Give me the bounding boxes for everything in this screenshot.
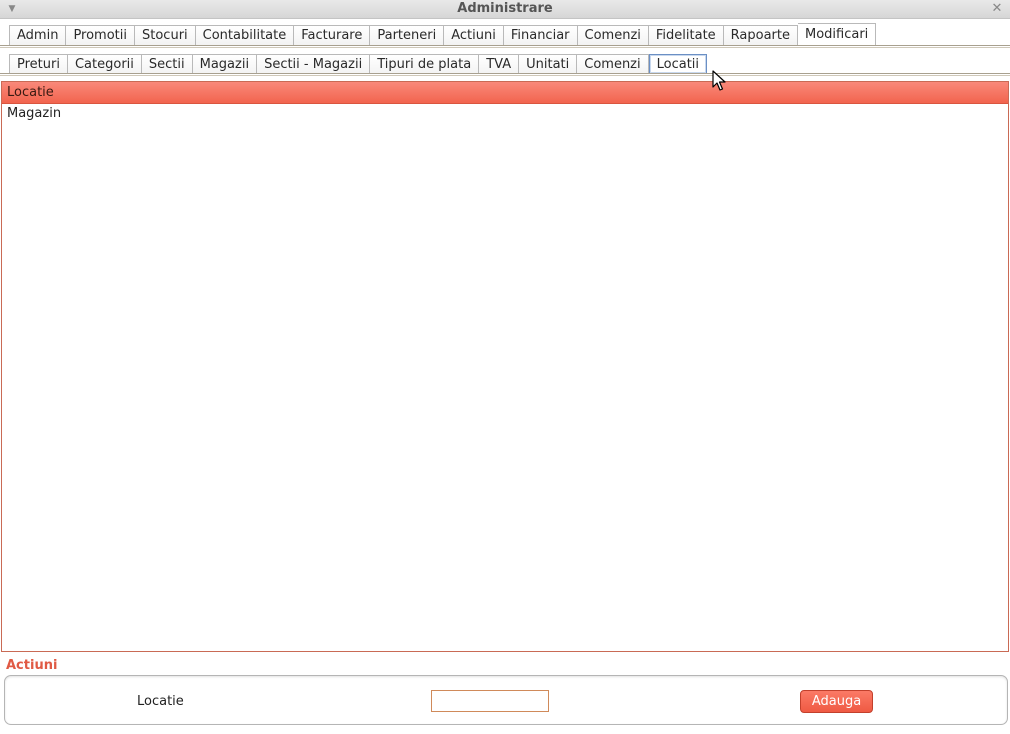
locatie-field-label: Locatie bbox=[137, 694, 184, 709]
subtab-sectii[interactable]: Sectii bbox=[141, 54, 193, 74]
sub-tab-bar: Preturi Categorii Sectii Magazii Sectii - Ma… bbox=[9, 53, 708, 74]
subtab-comenzi[interactable]: Comenzi bbox=[577, 54, 649, 74]
actions-section-label: Actiuni bbox=[6, 658, 58, 673]
tab-parteneri[interactable]: Parteneri bbox=[370, 25, 445, 45]
subtab-sectii-magazii[interactable]: Sectii - Magazii bbox=[257, 54, 371, 74]
tab-facturare[interactable]: Facturare bbox=[294, 25, 371, 45]
locations-table: Locatie Magazin bbox=[1, 81, 1009, 652]
table-row[interactable]: Magazin bbox=[2, 104, 1008, 123]
mouse-cursor-icon bbox=[712, 70, 726, 91]
window-titlebar: ▼ Administrare ✕ bbox=[0, 0, 1010, 19]
tab-actiuni[interactable]: Actiuni bbox=[444, 25, 504, 45]
tab-contabilitate[interactable]: Contabilitate bbox=[195, 25, 295, 45]
main-tab-divider bbox=[0, 45, 1010, 48]
window-title: Administrare bbox=[457, 1, 553, 16]
subtab-tipuri-de-plata[interactable]: Tipuri de plata bbox=[370, 54, 480, 74]
tab-stocuri[interactable]: Stocuri bbox=[135, 25, 196, 45]
subtab-unitati[interactable]: Unitati bbox=[519, 54, 578, 74]
table-body: Magazin bbox=[2, 104, 1008, 123]
main-tab-bar: Admin Promotii Stocuri Contabilitate Factura… bbox=[9, 23, 877, 45]
sub-tab-divider bbox=[0, 73, 1010, 76]
add-button[interactable]: Adauga bbox=[800, 690, 873, 713]
subtab-categorii[interactable]: Categorii bbox=[67, 54, 142, 74]
subtab-preturi[interactable]: Preturi bbox=[9, 54, 68, 74]
subtab-tva[interactable]: TVA bbox=[479, 54, 520, 74]
tab-financiar[interactable]: Financiar bbox=[503, 25, 578, 45]
subtab-locatii[interactable]: Locatii bbox=[648, 54, 708, 74]
tab-admin[interactable]: Admin bbox=[9, 25, 67, 45]
actions-panel: Locatie Adauga bbox=[4, 675, 1008, 725]
tab-fidelitate[interactable]: Fidelitate bbox=[648, 25, 724, 45]
tab-modificari[interactable]: Modificari bbox=[798, 23, 877, 45]
tab-rapoarte[interactable]: Rapoarte bbox=[723, 25, 798, 45]
locatie-input[interactable] bbox=[431, 690, 549, 712]
subtab-magazii[interactable]: Magazii bbox=[192, 54, 258, 74]
close-icon[interactable]: ✕ bbox=[990, 1, 1004, 16]
table-header-locatie[interactable]: Locatie bbox=[2, 82, 1008, 104]
tab-promotii[interactable]: Promotii bbox=[66, 25, 135, 45]
tab-comenzi[interactable]: Comenzi bbox=[577, 25, 649, 45]
